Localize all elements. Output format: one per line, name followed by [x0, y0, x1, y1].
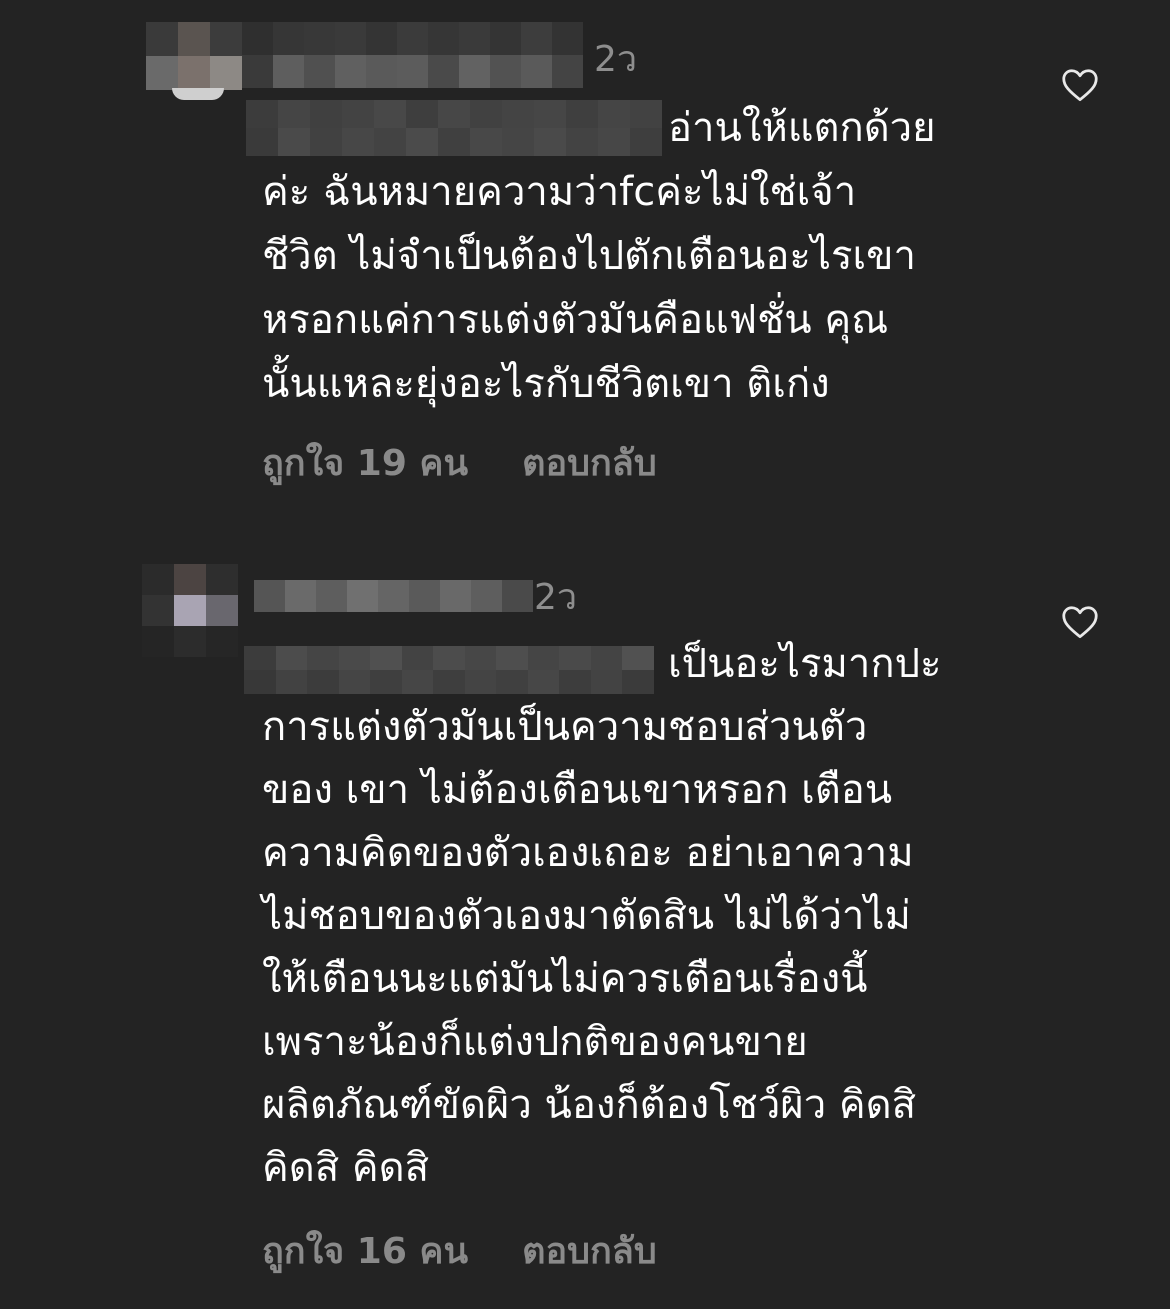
likes-count[interactable]: ถูกใจ 19 คน: [262, 434, 468, 491]
timestamp: 2ว: [594, 39, 638, 80]
reply-button[interactable]: ตอบกลับ: [522, 1222, 657, 1279]
timestamp: 2ว: [534, 577, 578, 618]
heart-outline-icon[interactable]: [1061, 68, 1099, 102]
avatar-edge: [172, 88, 224, 100]
comment-text: การแต่งตัวมันเป็นความชอบส่วนตัว ของ เขา …: [262, 704, 917, 1191]
comment-first-line: เป็นอะไรมากปะ: [668, 641, 942, 687]
username[interactable]: [254, 580, 533, 612]
heart-outline-icon[interactable]: [1061, 605, 1099, 639]
reply-button[interactable]: ตอบกลับ: [522, 434, 657, 491]
comment-actions: ถูกใจ 19 คน ตอบกลับ: [262, 434, 657, 491]
comment-first-line: อ่านให้แตกด้วย: [668, 105, 936, 151]
comment-text: ค่ะ ฉันหมายความว่าfcค่ะไม่ใช่เจ้า ชีวิต …: [262, 169, 916, 407]
username[interactable]: [242, 22, 583, 88]
comment-actions: ถูกใจ 16 คน ตอบกลับ: [262, 1222, 657, 1279]
avatar[interactable]: [142, 564, 238, 657]
mention-tag[interactable]: [246, 100, 662, 156]
mention-tag[interactable]: [244, 646, 654, 694]
avatar[interactable]: [146, 22, 242, 90]
likes-count[interactable]: ถูกใจ 16 คน: [262, 1222, 468, 1279]
